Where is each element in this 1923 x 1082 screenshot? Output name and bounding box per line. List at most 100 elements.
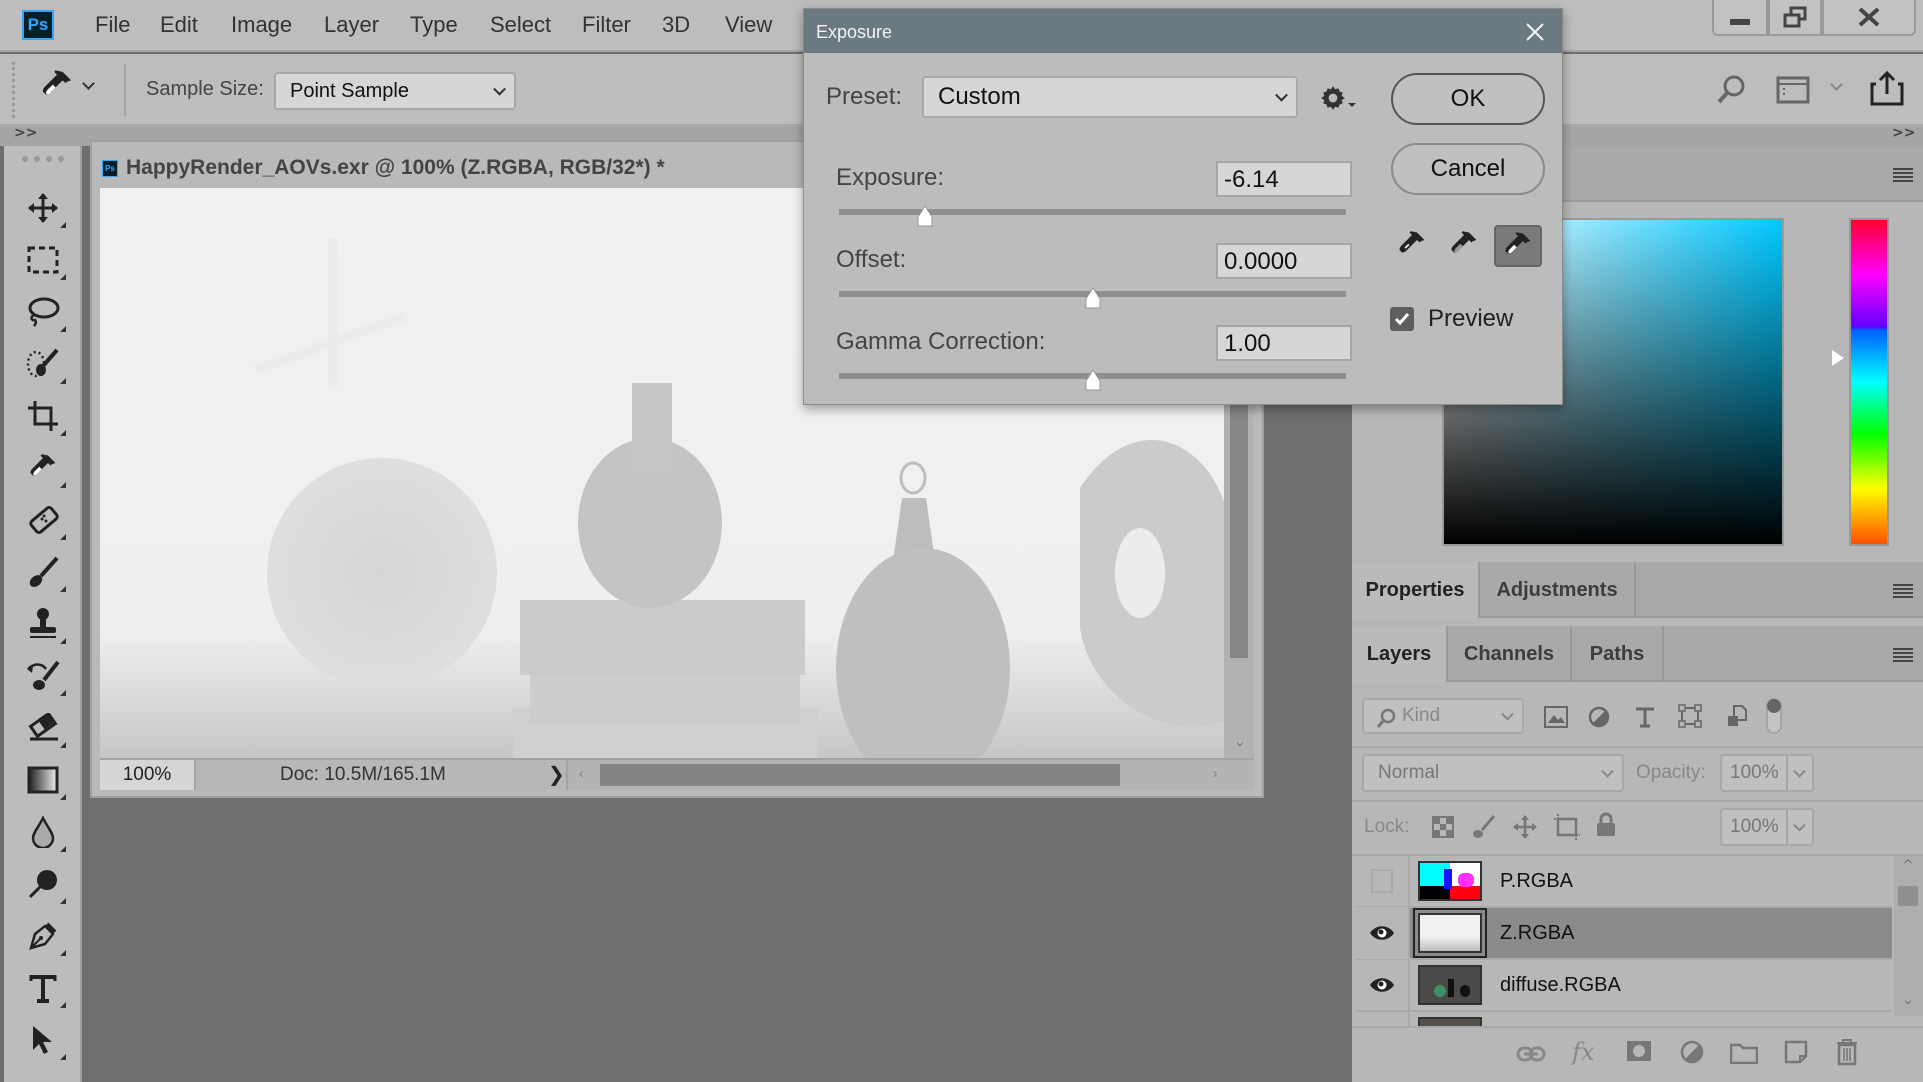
add-mask-icon[interactable] bbox=[1626, 1040, 1652, 1062]
tab-adjustments[interactable]: Adjustments bbox=[1480, 562, 1636, 618]
preset-options-button[interactable] bbox=[1320, 85, 1356, 111]
blend-mode-select[interactable]: Normal bbox=[1362, 754, 1624, 792]
smart-object-filter-icon[interactable] bbox=[1726, 704, 1748, 730]
new-layer-icon[interactable] bbox=[1784, 1040, 1808, 1064]
status-menu-arrow-icon[interactable]: ❯ bbox=[548, 762, 565, 786]
offset-input[interactable]: 0.0000 bbox=[1216, 243, 1352, 279]
dialog-title-bar[interactable]: Exposure bbox=[804, 9, 1562, 53]
cancel-button[interactable]: Cancel bbox=[1391, 143, 1545, 195]
gradient-tool[interactable] bbox=[14, 758, 72, 802]
lock-position-icon[interactable] bbox=[1512, 814, 1538, 840]
opacity-field[interactable]: 100% bbox=[1720, 754, 1814, 792]
black-point-eyedropper-button[interactable] bbox=[1390, 223, 1434, 267]
tab-paths[interactable]: Paths bbox=[1572, 626, 1664, 682]
expand-panels-button[interactable]: >> bbox=[1892, 125, 1915, 141]
filter-toggle-switch[interactable] bbox=[1766, 698, 1782, 734]
share-icon[interactable] bbox=[1870, 70, 1904, 106]
lock-all-icon[interactable] bbox=[1596, 812, 1616, 838]
brush-tool[interactable] bbox=[14, 550, 72, 594]
scroll-right-arrow-icon[interactable]: › bbox=[1212, 764, 1218, 783]
workspace-icon[interactable] bbox=[1776, 76, 1810, 104]
menu-file[interactable]: File bbox=[95, 12, 130, 38]
preset-select[interactable]: Custom bbox=[922, 76, 1298, 118]
horizontal-scroll-thumb[interactable] bbox=[600, 764, 1120, 786]
ok-button[interactable]: OK bbox=[1391, 73, 1545, 125]
layer-row-selected[interactable]: Z.RGBA bbox=[1356, 907, 1892, 960]
white-point-eyedropper-button[interactable] bbox=[1494, 225, 1542, 267]
zoom-level-field[interactable]: 100% bbox=[100, 760, 196, 790]
shape-layer-filter-icon[interactable] bbox=[1678, 704, 1702, 728]
menu-3d[interactable]: 3D bbox=[662, 12, 690, 38]
offset-slider-thumb[interactable] bbox=[1084, 287, 1102, 309]
expand-toolbar-button[interactable]: >> bbox=[14, 125, 37, 141]
scroll-down-arrow-icon[interactable]: ⌄ bbox=[1234, 734, 1246, 750]
properties-menu-icon[interactable] bbox=[1893, 584, 1913, 598]
type-layer-filter-icon[interactable] bbox=[1634, 706, 1656, 728]
tab-properties[interactable]: Properties bbox=[1352, 562, 1480, 618]
layer-style-fx-icon[interactable]: fx bbox=[1572, 1038, 1594, 1066]
type-tool[interactable] bbox=[14, 966, 72, 1010]
visibility-toggle[interactable] bbox=[1356, 907, 1410, 959]
pixel-layer-filter-icon[interactable] bbox=[1544, 706, 1568, 728]
lasso-tool[interactable] bbox=[14, 290, 72, 334]
menu-view[interactable]: View bbox=[725, 12, 772, 38]
options-grip[interactable] bbox=[12, 62, 16, 118]
exposure-slider-track[interactable] bbox=[839, 209, 1346, 215]
fill-field[interactable]: 100% bbox=[1720, 808, 1814, 846]
lock-transparent-pixels-icon[interactable] bbox=[1432, 816, 1454, 838]
gray-point-eyedropper-button[interactable] bbox=[1442, 223, 1486, 267]
menu-type[interactable]: Type bbox=[410, 12, 458, 38]
preview-checkbox[interactable] bbox=[1390, 307, 1414, 331]
scroll-down-arrow-icon[interactable]: ⌄ bbox=[1902, 992, 1914, 1008]
tab-channels[interactable]: Channels bbox=[1448, 626, 1572, 682]
layers-menu-icon[interactable] bbox=[1893, 648, 1913, 662]
path-selection-tool[interactable] bbox=[14, 1018, 72, 1062]
horizontal-scrollbar[interactable]: ‹ › bbox=[566, 760, 1254, 790]
restore-button[interactable] bbox=[1768, 0, 1822, 36]
toolbar-grip[interactable] bbox=[22, 156, 64, 164]
visibility-toggle[interactable] bbox=[1356, 856, 1410, 907]
pen-tool[interactable] bbox=[14, 914, 72, 958]
hue-slider-handle[interactable] bbox=[1832, 350, 1844, 366]
marquee-tool[interactable] bbox=[14, 238, 72, 282]
sample-size-select[interactable]: Point Sample bbox=[274, 72, 516, 110]
search-icon[interactable] bbox=[1716, 74, 1746, 106]
new-fill-adjustment-layer-icon[interactable] bbox=[1680, 1040, 1704, 1064]
layer-row[interactable]: diffuse.RGBA bbox=[1356, 959, 1892, 1012]
layer-row[interactable] bbox=[1356, 1011, 1892, 1026]
scroll-left-arrow-icon[interactable]: ‹ bbox=[578, 764, 584, 783]
delete-layer-trash-icon[interactable] bbox=[1836, 1038, 1858, 1066]
crop-tool[interactable] bbox=[14, 394, 72, 438]
clone-stamp-tool[interactable] bbox=[14, 602, 72, 646]
workspace-chevron-icon[interactable] bbox=[1830, 78, 1843, 91]
blur-tool[interactable] bbox=[14, 810, 72, 854]
exposure-input[interactable]: -6.14 bbox=[1216, 161, 1352, 197]
tab-layers[interactable]: Layers bbox=[1352, 626, 1448, 682]
gamma-slider-thumb[interactable] bbox=[1084, 369, 1102, 391]
adjustment-layer-filter-icon[interactable] bbox=[1588, 706, 1610, 728]
lock-artboard-icon[interactable] bbox=[1554, 814, 1580, 840]
history-brush-tool[interactable] bbox=[14, 654, 72, 698]
menu-select[interactable]: Select bbox=[490, 12, 551, 38]
visibility-toggle[interactable] bbox=[1356, 1011, 1410, 1026]
layer-row[interactable]: P.RGBA bbox=[1356, 856, 1892, 908]
gamma-input[interactable]: 1.00 bbox=[1216, 325, 1352, 361]
visibility-toggle[interactable] bbox=[1356, 959, 1410, 1011]
healing-brush-tool[interactable] bbox=[14, 498, 72, 542]
layers-scrollbar[interactable]: ^ ⌄ bbox=[1894, 856, 1923, 1016]
exposure-slider-thumb[interactable] bbox=[916, 205, 934, 227]
color-panel-menu-icon[interactable] bbox=[1893, 168, 1913, 182]
minimize-button[interactable] bbox=[1712, 0, 1768, 36]
close-window-button[interactable] bbox=[1822, 0, 1916, 36]
quick-selection-tool[interactable] bbox=[14, 342, 72, 386]
hue-slider[interactable] bbox=[1849, 218, 1889, 546]
dodge-tool[interactable] bbox=[14, 862, 72, 906]
menu-image[interactable]: Image bbox=[231, 12, 292, 38]
tool-preset-picker[interactable] bbox=[40, 68, 95, 104]
lock-image-pixels-icon[interactable] bbox=[1472, 814, 1496, 840]
move-tool[interactable] bbox=[14, 186, 72, 230]
layers-scroll-thumb[interactable] bbox=[1898, 886, 1918, 906]
menu-filter[interactable]: Filter bbox=[582, 12, 631, 38]
document-tab[interactable]: Ps HappyRender_AOVs.exr @ 100% (Z.RGBA, … bbox=[102, 156, 665, 180]
preview-checkbox-row[interactable]: Preview bbox=[1390, 305, 1513, 333]
